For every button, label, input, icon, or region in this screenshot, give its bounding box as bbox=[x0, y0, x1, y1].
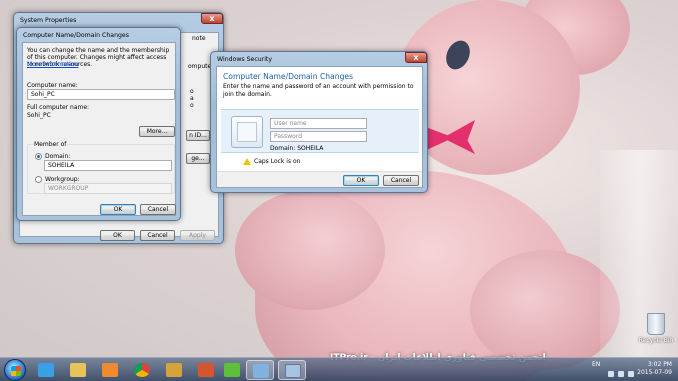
system-properties-icon bbox=[285, 364, 301, 378]
parrot-icon bbox=[224, 363, 240, 377]
system-tray: EN 3:02 PM 2015-07-09 bbox=[588, 358, 678, 381]
side-text: o bbox=[190, 88, 194, 95]
security-heading: Computer Name/Domain Changes bbox=[223, 72, 354, 81]
tab-fragment[interactable]: note bbox=[192, 35, 206, 42]
powerpoint-icon bbox=[198, 363, 214, 377]
password-input[interactable]: Password bbox=[270, 131, 367, 142]
tray-volume-icon[interactable] bbox=[628, 371, 634, 377]
taskbar-item-system-properties[interactable] bbox=[278, 360, 306, 380]
caps-lock-warning: Caps Lock is on bbox=[254, 158, 301, 165]
taskbar-item-explorer[interactable] bbox=[64, 360, 92, 380]
chrome-icon bbox=[134, 363, 150, 377]
username-input[interactable]: User name bbox=[270, 118, 367, 129]
cancel-button[interactable]: Cancel bbox=[140, 230, 175, 241]
name-changes-window: Computer Name/Domain Changes You can cha… bbox=[16, 27, 181, 221]
cancel-button[interactable]: Cancel bbox=[140, 204, 176, 215]
close-button[interactable]: x bbox=[405, 52, 427, 63]
close-button[interactable]: x bbox=[201, 13, 223, 24]
domain-radio[interactable] bbox=[35, 153, 42, 160]
recycle-bin-label: Recycle Bin bbox=[638, 337, 674, 344]
close-icon: x bbox=[413, 53, 419, 62]
member-of-label: Member of bbox=[33, 141, 68, 148]
side-text: o bbox=[190, 102, 194, 109]
window-title: System Properties bbox=[20, 17, 77, 24]
window-title: Computer Name/Domain Changes bbox=[23, 32, 129, 39]
taskbar-item-powerpoint[interactable] bbox=[192, 360, 220, 380]
apply-button[interactable]: Apply bbox=[180, 230, 215, 241]
security-pane: Computer Name/Domain Changes Enter the n… bbox=[216, 66, 423, 188]
domain-label: Domain: bbox=[45, 153, 71, 160]
workgroup-field[interactable]: WORKGROUP bbox=[44, 183, 172, 194]
start-button[interactable] bbox=[4, 359, 26, 381]
more-information-link[interactable]: More information bbox=[27, 61, 78, 68]
more-button[interactable]: More... bbox=[139, 126, 175, 137]
taskbar-item-network[interactable] bbox=[246, 360, 274, 380]
clock-time: 3:02 PM bbox=[647, 361, 672, 368]
clock[interactable]: 3:02 PM 2015-07-09 bbox=[637, 361, 672, 377]
ok-button[interactable]: OK bbox=[100, 230, 135, 241]
language-indicator[interactable]: EN bbox=[592, 361, 600, 368]
recycle-bin[interactable]: Recycle Bin bbox=[637, 313, 675, 344]
domain-field[interactable]: SOHEILA bbox=[44, 160, 172, 171]
app-icon bbox=[166, 363, 182, 377]
ok-button[interactable]: OK bbox=[100, 204, 136, 215]
taskbar-item-ie[interactable] bbox=[32, 360, 60, 380]
ie-icon bbox=[38, 363, 54, 377]
security-instruction: Enter the name and password of an accoun… bbox=[223, 83, 414, 98]
taskbar-item-chrome[interactable] bbox=[128, 360, 156, 380]
name-changes-pane: You can change the name and the membersh… bbox=[22, 42, 176, 216]
security-button-bar: OK Cancel bbox=[217, 171, 422, 187]
side-text: a bbox=[190, 95, 194, 102]
member-of-group: Member of Domain: SOHEILA Workgroup: WOR… bbox=[27, 141, 175, 194]
network-id-button[interactable]: n ID... bbox=[186, 130, 210, 141]
windows-security-window: Windows Security x Computer Name/Domain … bbox=[210, 51, 428, 193]
computer-name-label: Computer name: bbox=[27, 82, 78, 89]
taskbar-item-parrot[interactable] bbox=[218, 360, 246, 380]
window-title: Windows Security bbox=[217, 56, 272, 63]
network-icon bbox=[253, 364, 269, 378]
warning-icon bbox=[243, 158, 251, 165]
change-button[interactable]: ge... bbox=[186, 153, 210, 164]
media-player-icon bbox=[102, 363, 118, 377]
close-icon: x bbox=[209, 14, 215, 23]
taskbar-item-app[interactable] bbox=[160, 360, 188, 380]
clock-date: 2015-07-09 bbox=[637, 369, 672, 376]
domain-text: Domain: SOHEILA bbox=[270, 145, 324, 152]
tray-network-icon[interactable] bbox=[618, 371, 624, 377]
credential-tile[interactable]: User name Password Domain: SOHEILA bbox=[221, 109, 419, 153]
full-name-value: Sohi_PC bbox=[27, 112, 51, 119]
folder-icon bbox=[70, 363, 86, 377]
workgroup-radio[interactable] bbox=[35, 176, 42, 183]
taskbar: EN 3:02 PM 2015-07-09 bbox=[0, 357, 678, 381]
recycle-bin-icon bbox=[647, 313, 665, 335]
teddy-leg bbox=[470, 250, 620, 370]
full-name-label: Full computer name: bbox=[27, 104, 90, 111]
cancel-button[interactable]: Cancel bbox=[383, 175, 419, 186]
computer-name-field[interactable]: Sohi_PC bbox=[27, 89, 175, 100]
windows-logo-icon bbox=[11, 366, 21, 376]
tray-arrow-icon[interactable] bbox=[608, 371, 614, 377]
user-tile-icon bbox=[231, 116, 263, 148]
teddy-arm bbox=[235, 190, 385, 310]
workgroup-label: Workgroup: bbox=[45, 176, 80, 183]
ok-button[interactable]: OK bbox=[343, 175, 379, 186]
taskbar-item-media[interactable] bbox=[96, 360, 124, 380]
